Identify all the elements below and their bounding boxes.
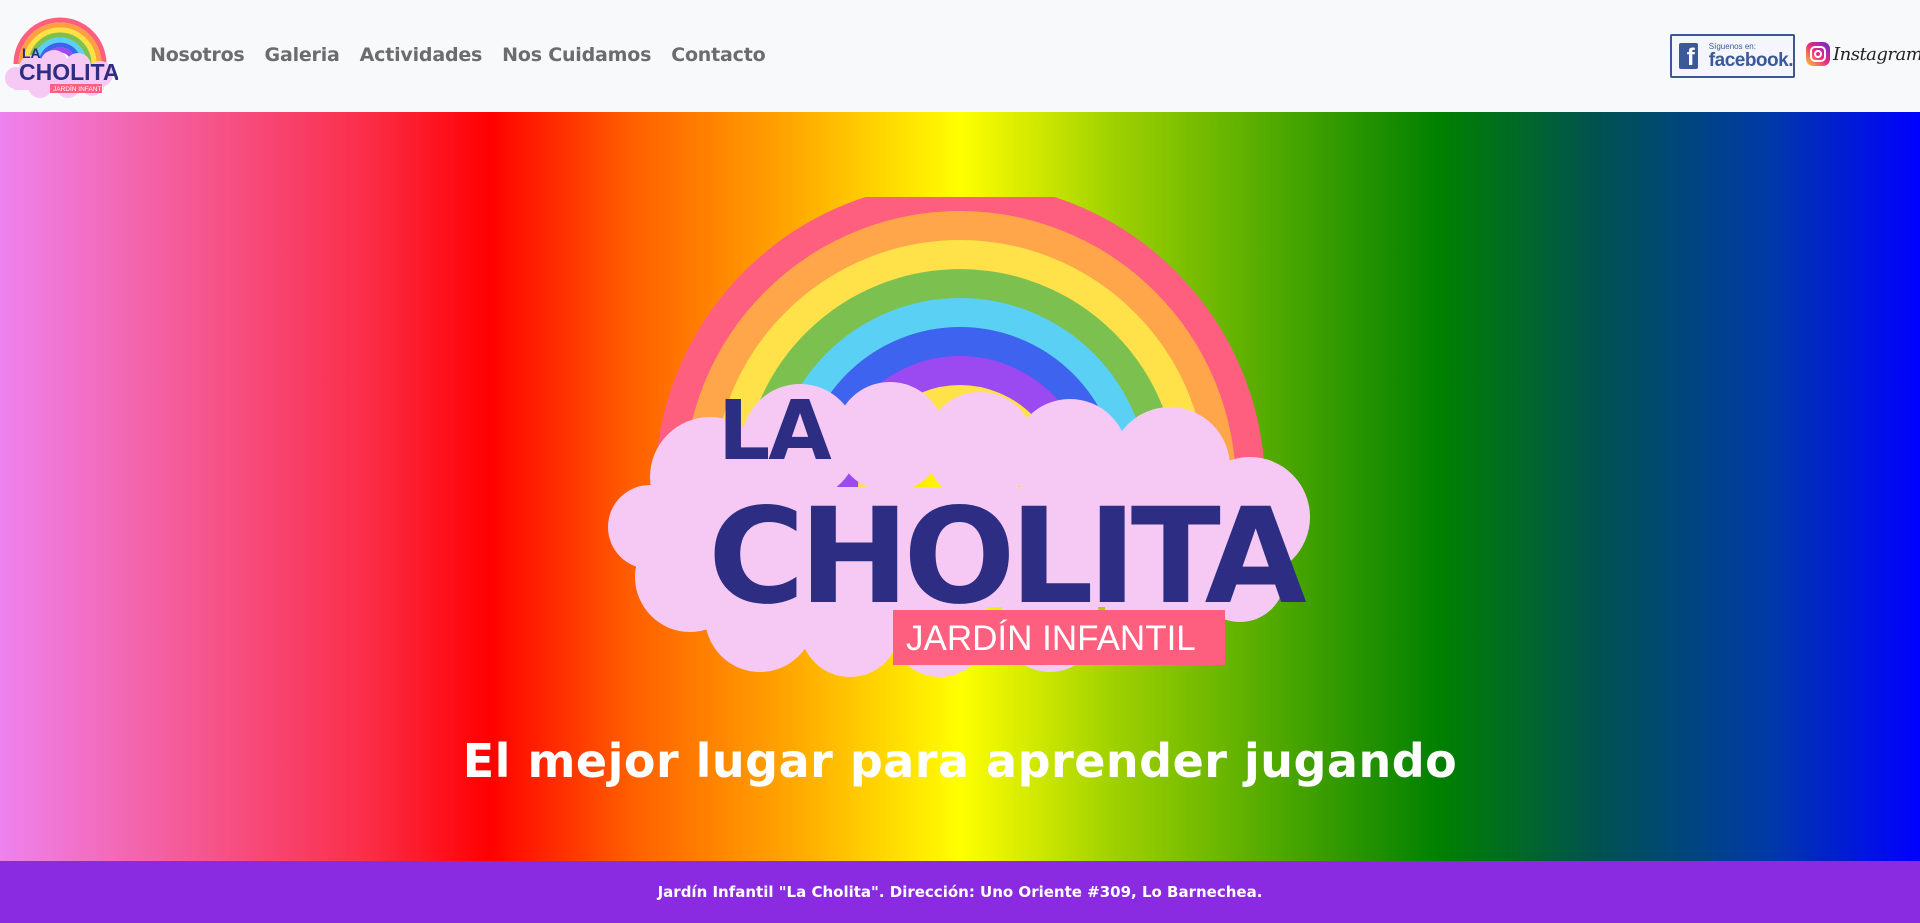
- footer: Jardín Infantil "La Cholita". Dirección:…: [0, 861, 1920, 923]
- hero-logo-top: LA: [718, 384, 832, 479]
- nav-link-contacto[interactable]: Contacto: [661, 40, 775, 70]
- facebook-link[interactable]: f Síguenos en: facebook.: [1670, 34, 1795, 78]
- instagram-wordmark: Instagram: [1833, 43, 1920, 65]
- hero-tagline: El mejor lugar para aprender jugando: [462, 734, 1458, 788]
- navbar: LA CHOLITA JARDÍN INFANTIL Nosotros Gale…: [0, 0, 1920, 112]
- brand-logo-main: CHOLITA: [19, 59, 118, 85]
- main-nav: Nosotros Galeria Actividades Nos Cuidamo…: [140, 40, 775, 70]
- brand-logo[interactable]: LA CHOLITA JARDÍN INFANTIL: [2, 16, 118, 98]
- instagram-icon: [1806, 42, 1830, 66]
- nav-link-actividades[interactable]: Actividades: [350, 40, 492, 70]
- nav-link-nos-cuidamos[interactable]: Nos Cuidamos: [492, 40, 661, 70]
- facebook-f-icon: f: [1679, 43, 1698, 71]
- nav-link-galeria[interactable]: Galeria: [255, 40, 350, 70]
- hero-logo: LA CHOLITA JARDÍN INFANTIL: [608, 197, 1313, 677]
- nav-link-nosotros[interactable]: Nosotros: [140, 40, 255, 70]
- instagram-link[interactable]: Instagram: [1806, 42, 1920, 66]
- footer-address: Jardín Infantil "La Cholita". Dirección:…: [657, 883, 1263, 901]
- brand-logo-subtitle: JARDÍN INFANTIL: [53, 84, 107, 93]
- hero-logo-subtitle: JARDÍN INFANTIL: [906, 619, 1196, 658]
- hero-banner: LA CHOLITA JARDÍN INFANTIL El mejor luga…: [0, 112, 1920, 861]
- facebook-wordmark: facebook.: [1708, 49, 1794, 71]
